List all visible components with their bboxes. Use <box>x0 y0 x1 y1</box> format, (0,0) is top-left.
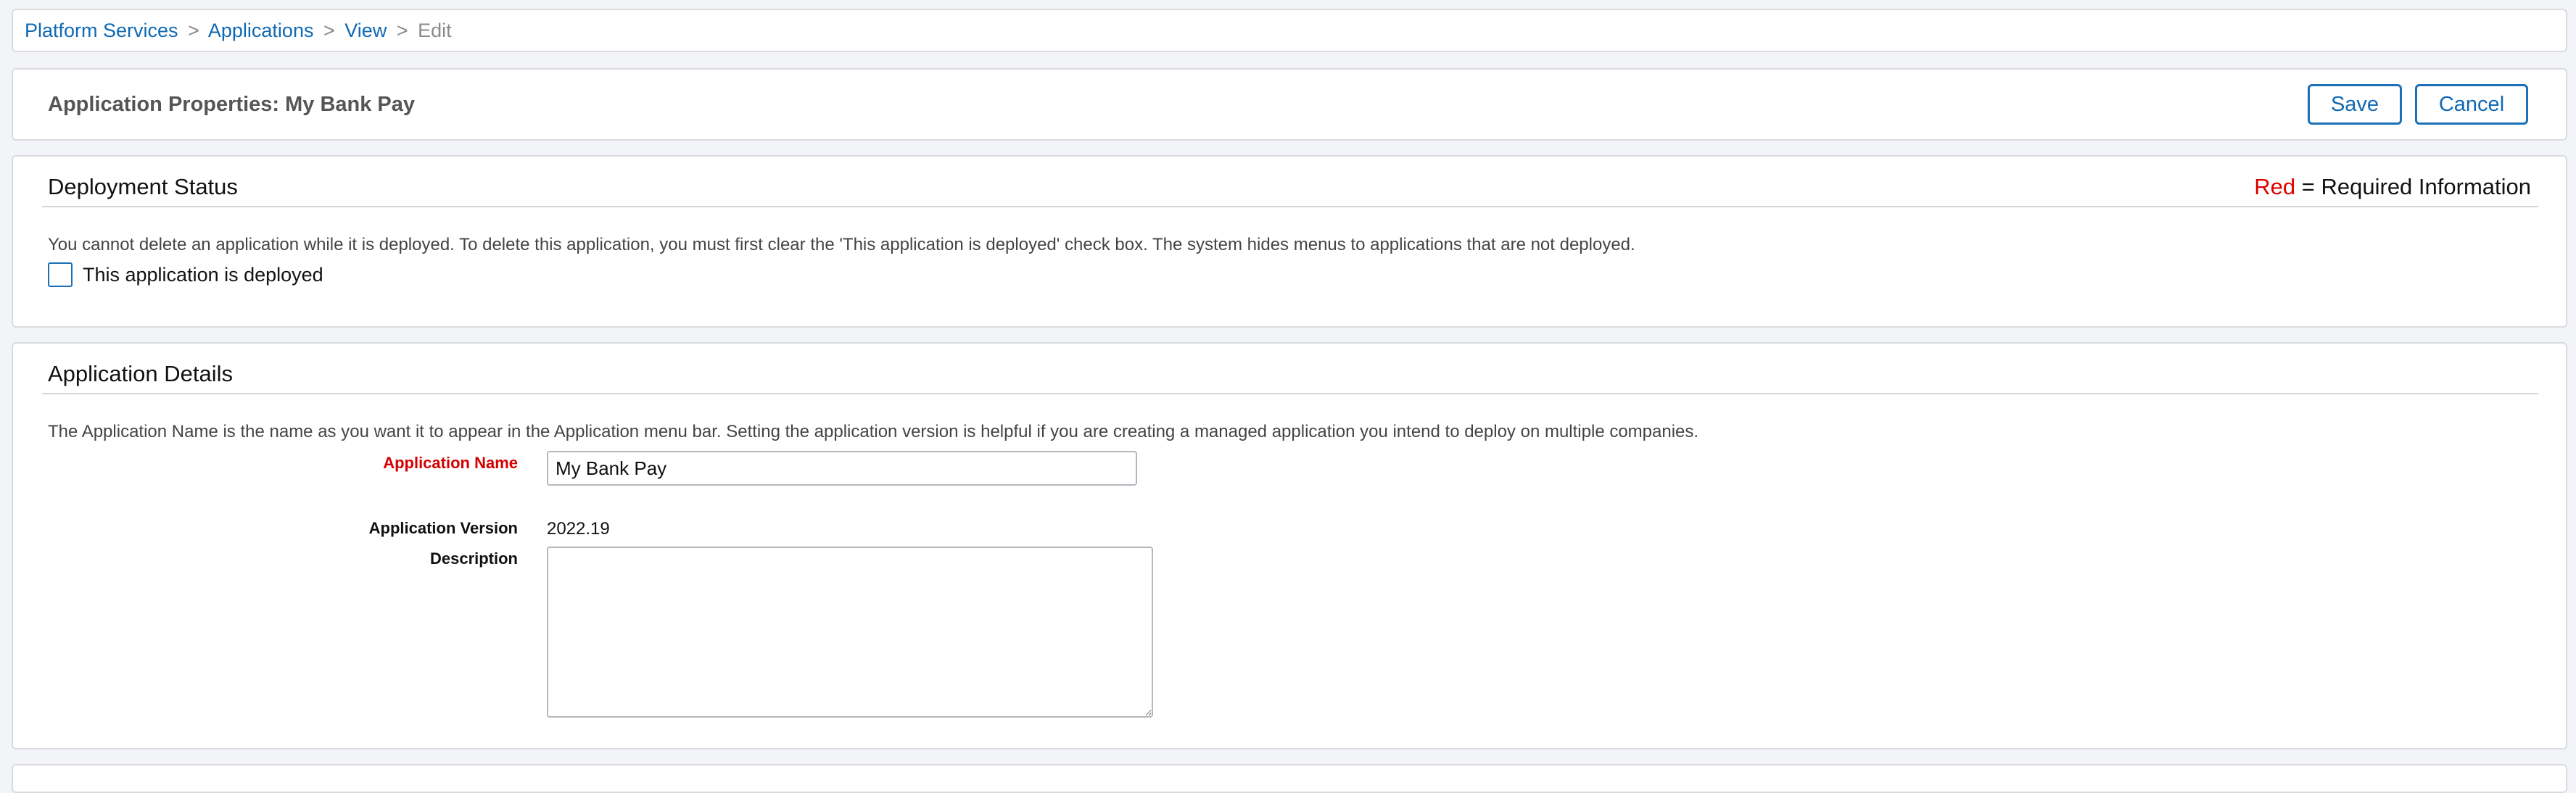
application-details-section: Application Details The Application Name… <box>12 342 2567 750</box>
details-help-text: The Application Name is the name as you … <box>48 422 1699 441</box>
deployment-help-text: You cannot delete an application while i… <box>48 235 1635 254</box>
required-color-word: Red <box>2254 174 2296 199</box>
application-name-label: Application Name <box>383 454 518 472</box>
save-button[interactable]: Save <box>2308 84 2402 125</box>
breadcrumb-view[interactable]: View <box>344 20 387 41</box>
breadcrumb-separator: > <box>396 20 408 41</box>
section-title: Deployment Status <box>48 174 238 199</box>
deployed-checkbox-label[interactable]: This application is deployed <box>83 264 323 286</box>
next-section-panel <box>12 764 2567 793</box>
description-label: Description <box>429 549 518 568</box>
breadcrumb-bar: Platform Services > Applications > View … <box>12 9 2567 52</box>
page-title: Application Properties: My Bank Pay <box>48 93 416 116</box>
cancel-button[interactable]: Cancel <box>2415 84 2528 125</box>
application-version-label: Application Version <box>368 519 518 537</box>
page-header: Application Properties: My Bank Pay Save… <box>12 68 2567 141</box>
application-name-input[interactable] <box>547 451 1137 486</box>
application-version-value: 2022.19 <box>547 519 610 539</box>
section-divider <box>42 206 2538 207</box>
breadcrumb-applications[interactable]: Applications <box>208 20 314 41</box>
description-textarea[interactable] <box>547 547 1153 718</box>
breadcrumb-current: Edit <box>418 20 452 41</box>
required-note-text: = Required Information <box>2295 174 2531 199</box>
section-divider <box>42 393 2538 394</box>
required-info-note: Red = Required Information <box>2254 174 2531 200</box>
deployment-status-section: Deployment Status Red = Required Informa… <box>12 155 2567 328</box>
breadcrumb: Platform Services > Applications > View … <box>25 20 452 41</box>
breadcrumb-platform-services[interactable]: Platform Services <box>25 20 178 41</box>
breadcrumb-separator: > <box>323 20 335 41</box>
deployed-checkbox[interactable] <box>48 262 73 287</box>
section-title: Application Details <box>48 361 234 386</box>
breadcrumb-separator: > <box>188 20 199 41</box>
